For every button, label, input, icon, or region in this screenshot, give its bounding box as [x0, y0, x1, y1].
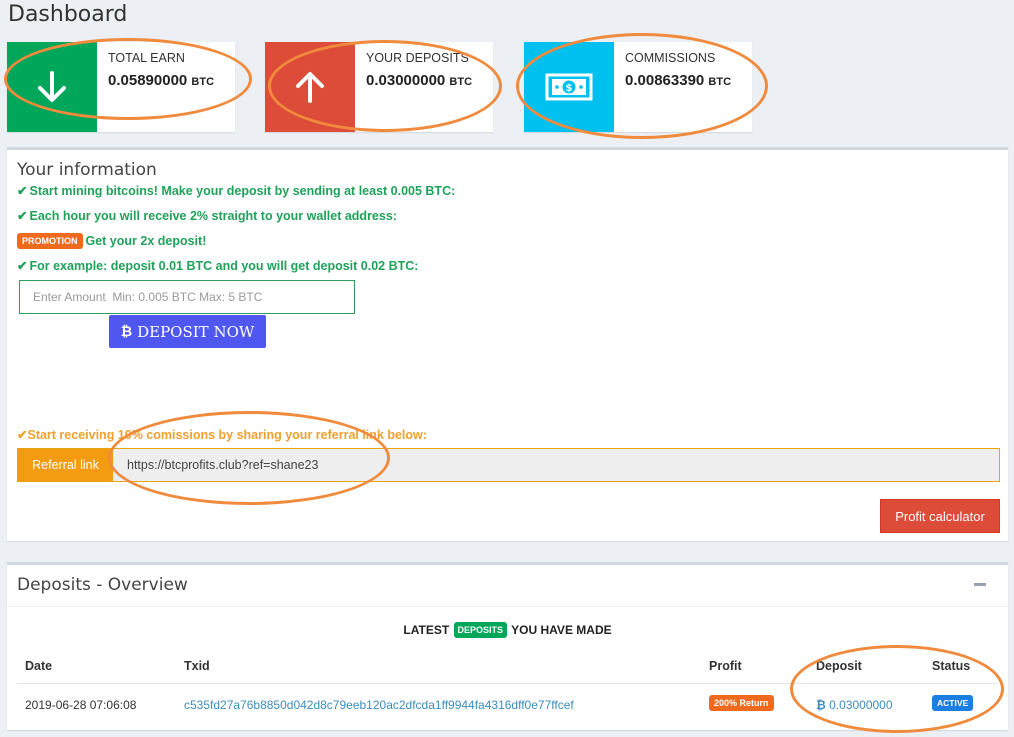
divider	[7, 606, 1008, 607]
row-txid-link[interactable]: c535fd27a76b8850d042d8c79eeb120ac2dfcda1…	[184, 698, 574, 712]
info-line-3: ✔ For example: deposit 0.01 BTC and you w…	[17, 259, 419, 273]
table-divider	[17, 683, 998, 684]
promotion-badge: PROMOTION	[17, 233, 83, 249]
row-date: 2019-06-28 07:06:08	[25, 698, 137, 712]
commissions-box: $ COMMISSIONS 0.00863390 BTC	[524, 42, 752, 132]
profit-badge: 200% Return	[709, 695, 774, 711]
arrow-down-icon	[7, 42, 97, 132]
info-line-1: ✔ Start mining bitcoins! Make your deposi…	[17, 184, 456, 198]
collapse-icon[interactable]	[974, 583, 986, 586]
row-deposit: ₿ 0.03000000	[816, 698, 893, 712]
row-profit: 200% Return	[709, 695, 774, 711]
stat-value: 0.00863390 BTC	[625, 72, 732, 89]
your-deposits-box: YOUR DEPOSITS 0.03000000 BTC	[265, 42, 493, 132]
column-header-status: Status	[932, 659, 971, 673]
check-icon: ✔	[17, 259, 28, 273]
money-icon: $	[524, 42, 614, 132]
arrow-up-icon	[265, 42, 355, 132]
deposits-panel: Deposits - Overview LATEST DEPOSITS YOU …	[7, 562, 1008, 730]
deposits-badge: DEPOSITS	[453, 622, 508, 638]
total-earn-box: TOTAL EARN 0.05890000 BTC	[7, 42, 235, 132]
information-panel: Your information ✔ Start mining bitcoins!…	[7, 147, 1008, 541]
deposit-now-button[interactable]: ₿ DEPOSIT NOW	[109, 315, 266, 348]
profit-calculator-button[interactable]: Profit calculator	[880, 499, 1000, 533]
column-header-txid: Txid	[184, 659, 210, 673]
status-badge: ACTIVE	[932, 695, 974, 711]
check-icon: ✔	[17, 428, 28, 442]
referral-link-field[interactable]: https://btcprofits.club?ref=shane23	[113, 449, 999, 481]
stat-value: 0.03000000 BTC	[366, 72, 473, 89]
stat-label: TOTAL EARN	[108, 51, 185, 65]
referral-link-group: Referral link https://btcprofits.club?re…	[17, 448, 1000, 482]
check-icon: ✔	[17, 209, 28, 223]
row-status: ACTIVE	[932, 695, 974, 711]
deposits-title: Deposits - Overview	[17, 575, 188, 595]
referral-info-line: ✔Start receiving 10% comissions by shari…	[17, 428, 427, 442]
check-icon: ✔	[17, 184, 28, 198]
info-line-2: ✔ Each hour you will receive 2% straight …	[17, 209, 397, 223]
stat-value: 0.05890000 BTC	[108, 72, 215, 89]
page-title: Dashboard	[8, 2, 128, 27]
column-header-profit: Profit	[709, 659, 742, 673]
bitcoin-icon: ₿	[816, 698, 826, 712]
stat-label: YOUR DEPOSITS	[366, 51, 469, 65]
promotion-line: PROMOTION Get your 2x deposit!	[17, 233, 206, 249]
referral-link-label: Referral link	[18, 449, 113, 481]
amount-input[interactable]	[19, 280, 355, 314]
column-header-deposit: Deposit	[816, 659, 862, 673]
information-title: Your information	[17, 160, 157, 180]
bitcoin-icon: ₿	[120, 324, 133, 340]
svg-text:$: $	[566, 83, 573, 94]
column-header-date: Date	[25, 659, 53, 673]
latest-deposits-heading: LATEST DEPOSITS YOU HAVE MADE	[403, 622, 612, 638]
stat-label: COMMISSIONS	[625, 51, 716, 65]
